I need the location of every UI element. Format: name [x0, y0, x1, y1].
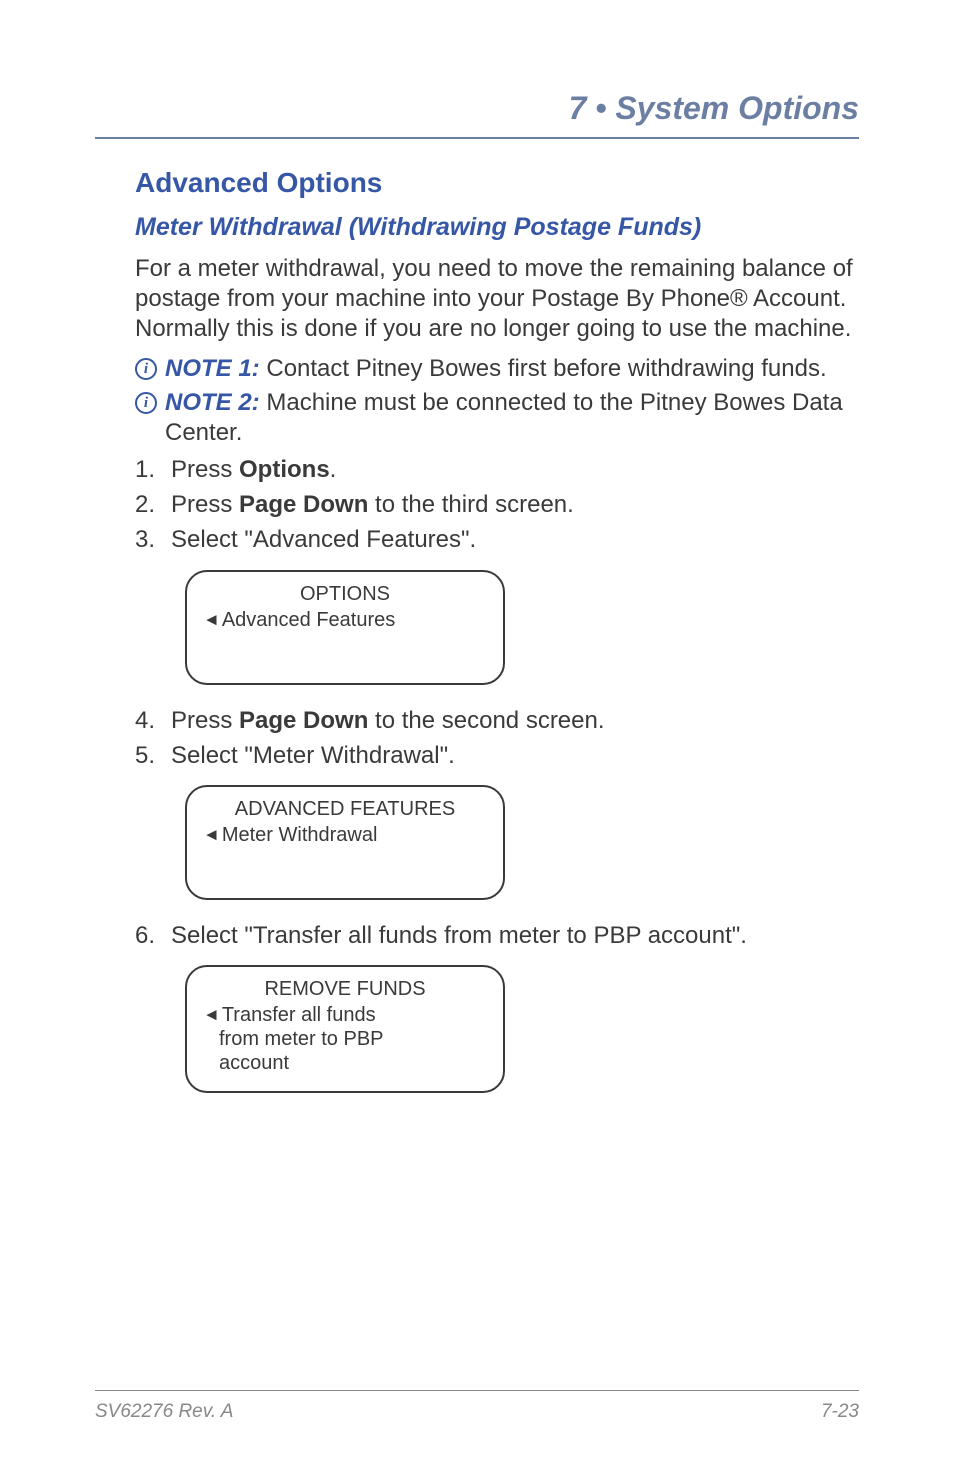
lcd-3-line-2: from meter to PBP	[219, 1027, 487, 1051]
lcd-screen-advanced-features: ADVANCED FEATURES ◄ Meter Withdrawal	[185, 785, 505, 900]
step-6-num: 6.	[135, 920, 171, 951]
step-6-prefix: Select "Transfer all funds from meter to…	[171, 922, 747, 949]
lcd-3-line-1: Transfer all funds	[222, 1003, 376, 1027]
step-2-prefix: Press	[171, 491, 239, 518]
step-3: 3. Select "Advanced Features".	[135, 524, 859, 555]
left-arrow-icon: ◄	[203, 610, 220, 630]
lcd-screen-options: OPTIONS ◄ Advanced Features	[185, 570, 505, 685]
step-5-num: 5.	[135, 740, 171, 771]
step-2-num: 2.	[135, 489, 171, 520]
step-5-prefix: Select "Meter Withdrawal".	[171, 742, 455, 769]
footer-doc-id: SV62276 Rev. A	[95, 1401, 233, 1423]
subsection-title: Meter Withdrawal (Withdrawing Postage Fu…	[135, 213, 859, 242]
step-4-suffix: to the second screen.	[368, 707, 604, 734]
left-arrow-icon: ◄	[203, 825, 220, 845]
info-icon: i	[135, 358, 157, 380]
left-arrow-icon: ◄	[203, 1005, 220, 1025]
lcd-3-title: REMOVE FUNDS	[203, 977, 487, 1001]
step-1-bold: Options	[239, 456, 330, 483]
step-4: 4. Press Page Down to the second screen.	[135, 705, 859, 736]
info-icon: i	[135, 392, 157, 414]
step-2: 2. Press Page Down to the third screen.	[135, 489, 859, 520]
step-4-bold: Page Down	[239, 707, 368, 734]
lcd-3-line-3: account	[219, 1051, 487, 1075]
step-1: 1. Press Options.	[135, 454, 859, 485]
step-4-num: 4.	[135, 705, 171, 736]
note-1-text: Contact Pitney Bowes first before withdr…	[260, 355, 827, 382]
step-1-num: 1.	[135, 454, 171, 485]
note-2-text: Machine must be connected to the Pitney …	[165, 389, 843, 446]
lcd-2-title: ADVANCED FEATURES	[203, 797, 487, 821]
lcd-2-line-1: Meter Withdrawal	[222, 823, 378, 847]
section-title: Advanced Options	[135, 167, 859, 199]
step-2-suffix: to the third screen.	[368, 491, 573, 518]
step-3-prefix: Select "Advanced Features".	[171, 526, 476, 553]
footer-page-number: 7-23	[821, 1401, 859, 1423]
step-1-suffix: .	[330, 456, 337, 483]
note-1-label: NOTE 1:	[165, 355, 260, 382]
step-6: 6. Select "Transfer all funds from meter…	[135, 920, 859, 951]
note-2-label: NOTE 2:	[165, 389, 260, 416]
step-5: 5. Select "Meter Withdrawal".	[135, 740, 859, 771]
step-3-num: 3.	[135, 524, 171, 555]
note-1: i NOTE 1: Contact Pitney Bowes first bef…	[135, 354, 859, 384]
step-4-prefix: Press	[171, 707, 239, 734]
lcd-1-line-1: Advanced Features	[222, 608, 395, 632]
lcd-1-title: OPTIONS	[203, 582, 487, 606]
step-1-prefix: Press	[171, 456, 239, 483]
lcd-screen-remove-funds: REMOVE FUNDS ◄ Transfer all funds from m…	[185, 965, 505, 1093]
chapter-header: 7 • System Options	[95, 90, 859, 139]
step-2-bold: Page Down	[239, 491, 368, 518]
intro-paragraph: For a meter withdrawal, you need to move…	[135, 254, 859, 344]
page-footer: SV62276 Rev. A 7-23	[95, 1390, 859, 1423]
note-2: i NOTE 2: Machine must be connected to t…	[135, 388, 859, 448]
